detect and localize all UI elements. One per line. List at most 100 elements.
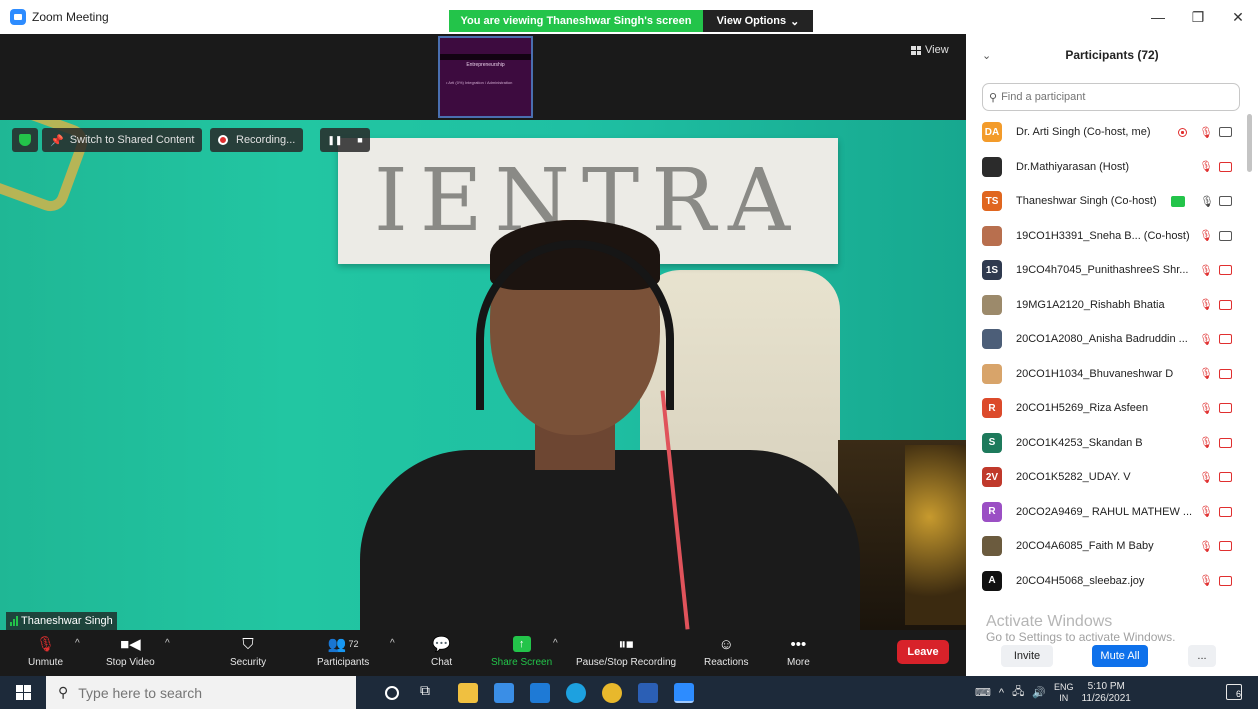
panel-more-button[interactable]: ... — [1188, 645, 1216, 667]
network-icon[interactable]: 🖧 — [1012, 683, 1024, 702]
mute-all-button[interactable]: Mute All — [1092, 645, 1148, 667]
camera-on-icon[interactable] — [1219, 127, 1232, 138]
task-view-icon[interactable]: ⧉ — [420, 682, 440, 702]
mic-off-icon[interactable]: 🎙︎ — [1199, 436, 1213, 449]
participant-row[interactable]: 2V 20CO1K5282_UDAY. V 🎙︎ — [966, 460, 1246, 495]
participant-row[interactable]: R 20CO1H5269_Riza Asfeen 🎙︎ — [966, 391, 1246, 426]
mic-off-icon[interactable]: 🎙︎ — [1199, 264, 1213, 277]
clock-date: 11/26/2021 — [1081, 692, 1131, 704]
view-button[interactable]: View — [911, 44, 949, 56]
stop-icon[interactable]: ■ — [357, 135, 362, 145]
mic-off-icon[interactable]: 🎙︎ — [1199, 574, 1213, 587]
camera-off-icon[interactable] — [1219, 299, 1232, 310]
notifications-icon[interactable]: 6 — [1226, 684, 1242, 700]
participant-row[interactable]: 20CO1A2080_Anisha Badruddin ... 🎙︎ — [966, 322, 1246, 357]
avatar: 2V — [982, 467, 1002, 488]
audio-options-chevron-icon[interactable]: ^ — [75, 638, 80, 649]
reactions-button[interactable]: ☺ Reactions — [704, 634, 748, 669]
mic-off-icon[interactable]: 🎙︎ — [1199, 160, 1213, 173]
unmute-button[interactable]: 🎙︎ Unmute — [28, 634, 63, 668]
participant-row[interactable]: 20CO4A6085_Faith M Baby 🎙︎ — [966, 529, 1246, 564]
keyboard-icon[interactable]: ⌨ — [975, 686, 991, 699]
avatar — [982, 536, 1002, 557]
mic-off-icon[interactable]: 🎙︎ — [1199, 402, 1213, 415]
participant-row[interactable]: A 20CO4H5068_sleebaz.joy 🎙︎ — [966, 564, 1246, 599]
minimize-icon[interactable]: — — [1138, 9, 1178, 25]
camera-on-icon[interactable] — [1219, 196, 1232, 207]
camera-off-icon[interactable] — [1219, 541, 1232, 552]
mic-off-icon[interactable]: 🎙︎ — [1199, 333, 1213, 346]
participant-row[interactable]: 19CO1H3391_Sneha B... (Co-host) 🎙︎ — [966, 219, 1246, 254]
participant-name: Thaneshwar Singh (Co-host) — [1016, 195, 1157, 208]
participants-panel: — ❐ ✕ ⌄ Participants (72) ⚲ DA Dr. Arti S… — [966, 0, 1258, 676]
invite-button[interactable]: Invite — [1001, 645, 1053, 667]
camera-off-icon[interactable] — [1219, 403, 1232, 414]
participant-row[interactable]: DA Dr. Arti Singh (Co-host, me) 🎙︎ — [966, 115, 1246, 150]
zoom-taskbar-icon[interactable] — [674, 683, 694, 703]
word-icon[interactable] — [638, 683, 658, 703]
camera-off-icon[interactable] — [1219, 472, 1232, 483]
view-options-button[interactable]: View Options ⌄ — [703, 10, 813, 32]
store-icon[interactable] — [494, 683, 514, 703]
camera-on-icon[interactable] — [1219, 230, 1232, 241]
volume-icon[interactable]: 🔊 — [1032, 686, 1046, 699]
camera-off-icon[interactable] — [1219, 334, 1232, 345]
mic-off-icon[interactable]: 🎙︎ — [1199, 505, 1213, 518]
close-icon[interactable]: ✕ — [1218, 9, 1258, 26]
mic-off-icon[interactable]: 🎙︎ — [1199, 298, 1213, 311]
camera-off-icon[interactable] — [1219, 161, 1232, 172]
stop-video-button[interactable]: ■◀ Stop Video — [106, 634, 155, 668]
camera-off-icon[interactable] — [1219, 575, 1232, 586]
share-options-chevron-icon[interactable]: ^ — [553, 638, 558, 649]
mic-off-icon[interactable]: 🎙︎ — [1199, 540, 1213, 553]
participant-search[interactable]: ⚲ — [982, 83, 1240, 111]
participant-name: Dr.Mathiyarasan (Host) — [1016, 160, 1130, 173]
participant-row[interactable]: 20CO1H1034_Bhuvaneshwar D 🎙︎ — [966, 357, 1246, 392]
edge-icon[interactable] — [566, 683, 586, 703]
security-shield-button[interactable] — [12, 128, 38, 152]
mic-on-icon[interactable]: 🎙︎ — [1200, 195, 1214, 208]
camera-off-icon[interactable] — [1219, 368, 1232, 379]
collapse-chevron-icon[interactable]: ⌄ — [982, 49, 991, 62]
participant-row[interactable]: 1S 19CO4h7045_PunithashreeS Shr... 🎙︎ — [966, 253, 1246, 288]
share-screen-button[interactable]: ↑ Share Screen — [491, 634, 552, 668]
restore-icon[interactable]: ❐ — [1178, 9, 1218, 26]
participant-row[interactable]: TS Thaneshwar Singh (Co-host) 🎙︎ — [966, 184, 1246, 219]
camera-off-icon[interactable] — [1219, 265, 1232, 276]
recording-label: Recording... — [236, 134, 296, 146]
pause-icon[interactable]: ❚❚ — [327, 135, 342, 146]
pause-stop-recording-button[interactable]: ⏸⏹ Pause/Stop Recording — [576, 634, 676, 669]
taskbar-search-input[interactable] — [78, 684, 329, 701]
mic-off-icon[interactable]: 🎙︎ — [1199, 471, 1213, 484]
shared-screen-thumbnail[interactable]: Entrepreneurship • Arti (0%) Integration… — [438, 36, 533, 118]
start-button[interactable] — [0, 676, 46, 709]
clock[interactable]: 5:10 PM 11/26/2021 — [1082, 681, 1131, 705]
leave-button[interactable]: Leave — [897, 640, 949, 664]
participants-scrollbar[interactable] — [1247, 114, 1252, 172]
mail-icon[interactable] — [530, 683, 550, 703]
taskbar-search[interactable]: ⚲ — [46, 676, 356, 709]
mic-off-icon[interactable]: 🎙︎ — [1199, 229, 1213, 242]
chat-button[interactable]: 💬 Chat — [431, 634, 452, 668]
camera-off-icon[interactable] — [1219, 437, 1232, 448]
participant-search-input[interactable] — [1001, 91, 1222, 103]
language-indicator[interactable]: ENG IN — [1054, 682, 1074, 704]
camera-off-icon[interactable] — [1219, 506, 1232, 517]
participant-name: 20CO1H1034_Bhuvaneshwar D — [1016, 367, 1174, 380]
video-options-chevron-icon[interactable]: ^ — [165, 638, 170, 649]
participant-row[interactable]: R 20CO2A9469_ RAHUL MATHEW ... 🎙︎ — [966, 495, 1246, 530]
cortana-icon[interactable] — [385, 686, 399, 700]
file-explorer-icon[interactable] — [458, 683, 478, 703]
chrome-icon[interactable] — [602, 683, 622, 703]
participant-row[interactable]: S 20CO1K4253_Skandan B 🎙︎ — [966, 426, 1246, 461]
mic-off-icon[interactable]: 🎙︎ — [1199, 126, 1213, 139]
participants-button[interactable]: 👥 72 Participants — [317, 634, 369, 668]
show-hidden-icons-icon[interactable]: ^ — [999, 687, 1004, 699]
participant-row[interactable]: 19MG1A2120_Rishabh Bhatia 🎙︎ — [966, 288, 1246, 323]
mic-off-icon[interactable]: 🎙︎ — [1199, 367, 1213, 380]
switch-to-shared-content-button[interactable]: 📌 Switch to Shared Content — [42, 128, 203, 152]
security-button[interactable]: ⛉ Security — [230, 634, 266, 669]
participants-options-chevron-icon[interactable]: ^ — [390, 638, 395, 649]
participant-row[interactable]: Dr.Mathiyarasan (Host) 🎙︎ — [966, 150, 1246, 185]
more-button[interactable]: ••• More — [787, 634, 810, 669]
